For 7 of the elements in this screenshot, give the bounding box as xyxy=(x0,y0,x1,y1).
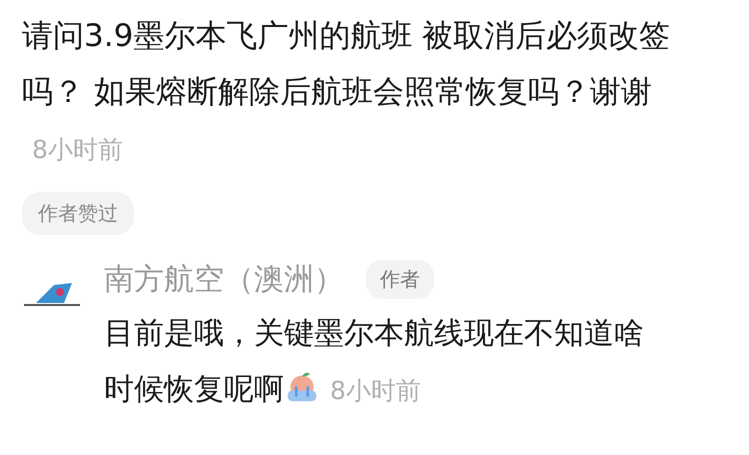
reply-text: 目前是哦，关键墨尔本航线现在不知道啥时候恢复呢啊 8小时前 xyxy=(104,315,645,409)
author-liked-badge: 作者赞过 xyxy=(22,192,134,235)
author-tag: 作者 xyxy=(366,260,434,299)
replier-name[interactable]: 南方航空（澳洲） xyxy=(104,259,344,300)
comment-time: 8小时前 xyxy=(32,135,123,164)
comment-text: 请问3.9墨尔本飞广州的航班 被取消后必须改签吗？ 如果熔断解除后航班会照常恢复吗？谢谢 8小时前 xyxy=(22,17,672,166)
reply-time: 8小时前 xyxy=(330,376,421,405)
